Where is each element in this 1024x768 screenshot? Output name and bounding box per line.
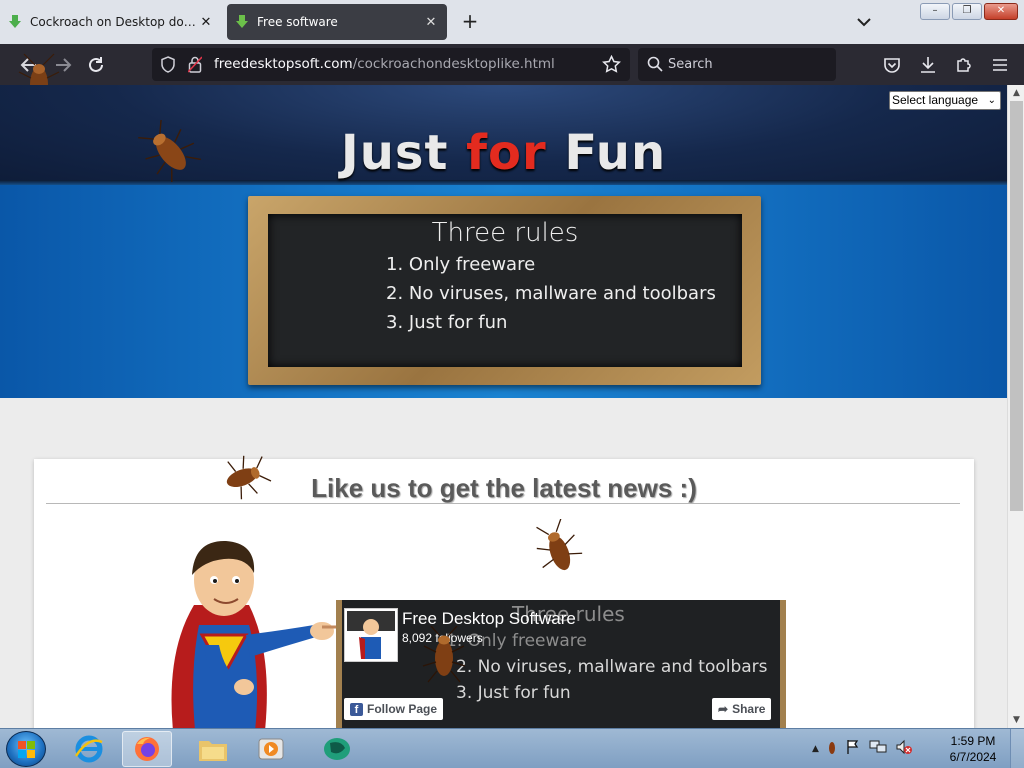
list-all-tabs-chevron-icon[interactable] <box>852 10 876 34</box>
volume-muted-icon[interactable] <box>895 739 913 759</box>
rule-item: 1. Only freeware <box>386 254 536 275</box>
close-tab-icon[interactable]: ✕ <box>198 15 214 30</box>
hero-title-for: for <box>466 125 547 181</box>
navigation-toolbar: freedesktopsoft.com/cockroachondesktopli… <box>0 44 1024 85</box>
chevron-down-icon: ⌄ <box>987 95 996 106</box>
network-icon[interactable] <box>869 739 887 759</box>
vertical-scrollbar[interactable]: ▲ ▼ <box>1007 85 1024 728</box>
scroll-up-arrow-icon[interactable]: ▲ <box>1008 85 1024 101</box>
start-button[interactable] <box>6 731 46 767</box>
search-icon <box>647 56 663 76</box>
board-title: Three rules <box>431 218 579 248</box>
clock-time: 1:59 PM <box>950 734 996 748</box>
share-arrow-icon: ➦ <box>718 702 729 716</box>
system-clock[interactable]: 1:59 PM 6/7/2024 <box>940 733 1006 765</box>
social-card: Like us to get the latest news :) Three … <box>34 455 974 728</box>
search-placeholder: Search <box>668 57 713 72</box>
rule-item: 2. No viruses, mallware and toolbars <box>386 283 716 304</box>
web-page: Just for Fun Select language ⌄ Three rule… <box>0 85 1007 728</box>
insecure-lock-icon[interactable] <box>187 56 203 77</box>
cockroach-tray-icon[interactable] <box>827 739 837 759</box>
extensions-puzzle-icon[interactable] <box>951 52 977 78</box>
card-heading: Like us to get the latest news :) <box>311 473 697 503</box>
facebook-page-widget[interactable]: Three rules 1. Only freeware 2. No virus… <box>336 600 786 728</box>
minimize-button[interactable]: – <box>920 3 950 20</box>
show-hidden-icons-arrow-icon[interactable]: ▲ <box>812 744 819 754</box>
internet-explorer-icon[interactable] <box>64 731 114 767</box>
tab-title: Free software <box>257 15 338 29</box>
language-select-value: Select language <box>892 93 979 107</box>
cockroach-sprite <box>422 625 466 688</box>
show-desktop-button[interactable] <box>1010 729 1024 768</box>
bookmark-star-icon[interactable] <box>602 54 621 78</box>
tab-cockroach[interactable]: Cockroach on Desktop download ✕ <box>0 4 222 40</box>
language-select[interactable]: Select language ⌄ <box>889 91 1001 110</box>
windows-taskbar: ▲ 1:59 PM 6/7/2024 <box>0 728 1024 768</box>
rules-chalkboard: Three rules 1. Only freeware 2. No virus… <box>248 196 761 385</box>
system-tray: ▲ <box>812 733 913 765</box>
url-path: /cockroachondesktoplike.html <box>352 56 555 72</box>
tracking-shield-icon[interactable] <box>160 56 176 77</box>
hero-title-fun: Fun <box>546 125 667 181</box>
heading-divider <box>46 503 960 504</box>
download-arrow-icon <box>235 15 249 29</box>
scrollbar-thumb[interactable] <box>1010 101 1023 511</box>
downloads-icon[interactable] <box>915 52 941 78</box>
menu-hamburger-icon[interactable] <box>987 52 1013 78</box>
close-window-button[interactable]: ✕ <box>984 3 1018 20</box>
address-bar[interactable]: freedesktopsoft.com/cockroachondesktopli… <box>152 48 630 81</box>
rule-item: 3. Just for fun <box>386 312 508 333</box>
superhero-mascot-illustration <box>154 535 339 728</box>
restore-button[interactable]: ❐ <box>952 3 982 20</box>
chalkboard-frame-edge <box>780 600 786 728</box>
media-player-icon[interactable] <box>246 731 296 767</box>
action-center-flag-icon[interactable] <box>845 739 861 759</box>
widget-background-text: 3. Just for fun <box>456 683 571 703</box>
page-avatar[interactable] <box>344 608 398 662</box>
share-label: Share <box>732 702 766 716</box>
url-text: freedesktopsoft.com/cockroachondesktopli… <box>214 56 555 72</box>
chalkboard-surface: Three rules 1. Only freeware 2. No virus… <box>268 214 742 367</box>
chalkboard-frame-edge <box>336 600 342 728</box>
facebook-f-icon: f <box>350 702 363 716</box>
cockroach-sprite <box>214 453 274 505</box>
new-tab-button[interactable]: + <box>458 10 482 34</box>
file-explorer-icon[interactable] <box>188 731 238 767</box>
url-domain: freedesktopsoft.com <box>214 56 353 72</box>
reload-icon[interactable] <box>83 52 109 78</box>
cockroach-sprite <box>136 118 202 186</box>
scroll-down-arrow-icon[interactable]: ▼ <box>1008 712 1024 728</box>
tab-free-software[interactable]: Free software ✕ <box>227 4 447 40</box>
follow-page-button[interactable]: f Follow Page <box>344 698 444 720</box>
search-bar[interactable]: Search <box>638 48 836 81</box>
hero-title-just: Just <box>340 125 467 181</box>
tab-strip: Cockroach on Desktop download ✕ Free sof… <box>0 0 1024 44</box>
app-taskbar-icon[interactable] <box>312 731 362 767</box>
cockroach-sprite <box>531 518 587 587</box>
download-arrow-icon <box>8 15 22 29</box>
follow-page-label: Follow Page <box>367 702 438 716</box>
screen: Cockroach on Desktop download ✕ Free sof… <box>0 0 1024 768</box>
clock-date: 6/7/2024 <box>949 750 997 764</box>
widget-background-text: 2. No viruses, mallware and toolbars <box>456 657 768 677</box>
window-controls: – ❐ ✕ <box>920 3 1018 20</box>
close-tab-icon[interactable]: ✕ <box>423 15 439 30</box>
pocket-icon[interactable] <box>879 52 905 78</box>
mouse-cursor-icon <box>688 761 696 768</box>
share-button[interactable]: ➦ Share <box>712 698 772 720</box>
tab-title: Cockroach on Desktop download <box>30 15 198 29</box>
firefox-taskbar-icon[interactable] <box>122 731 172 767</box>
